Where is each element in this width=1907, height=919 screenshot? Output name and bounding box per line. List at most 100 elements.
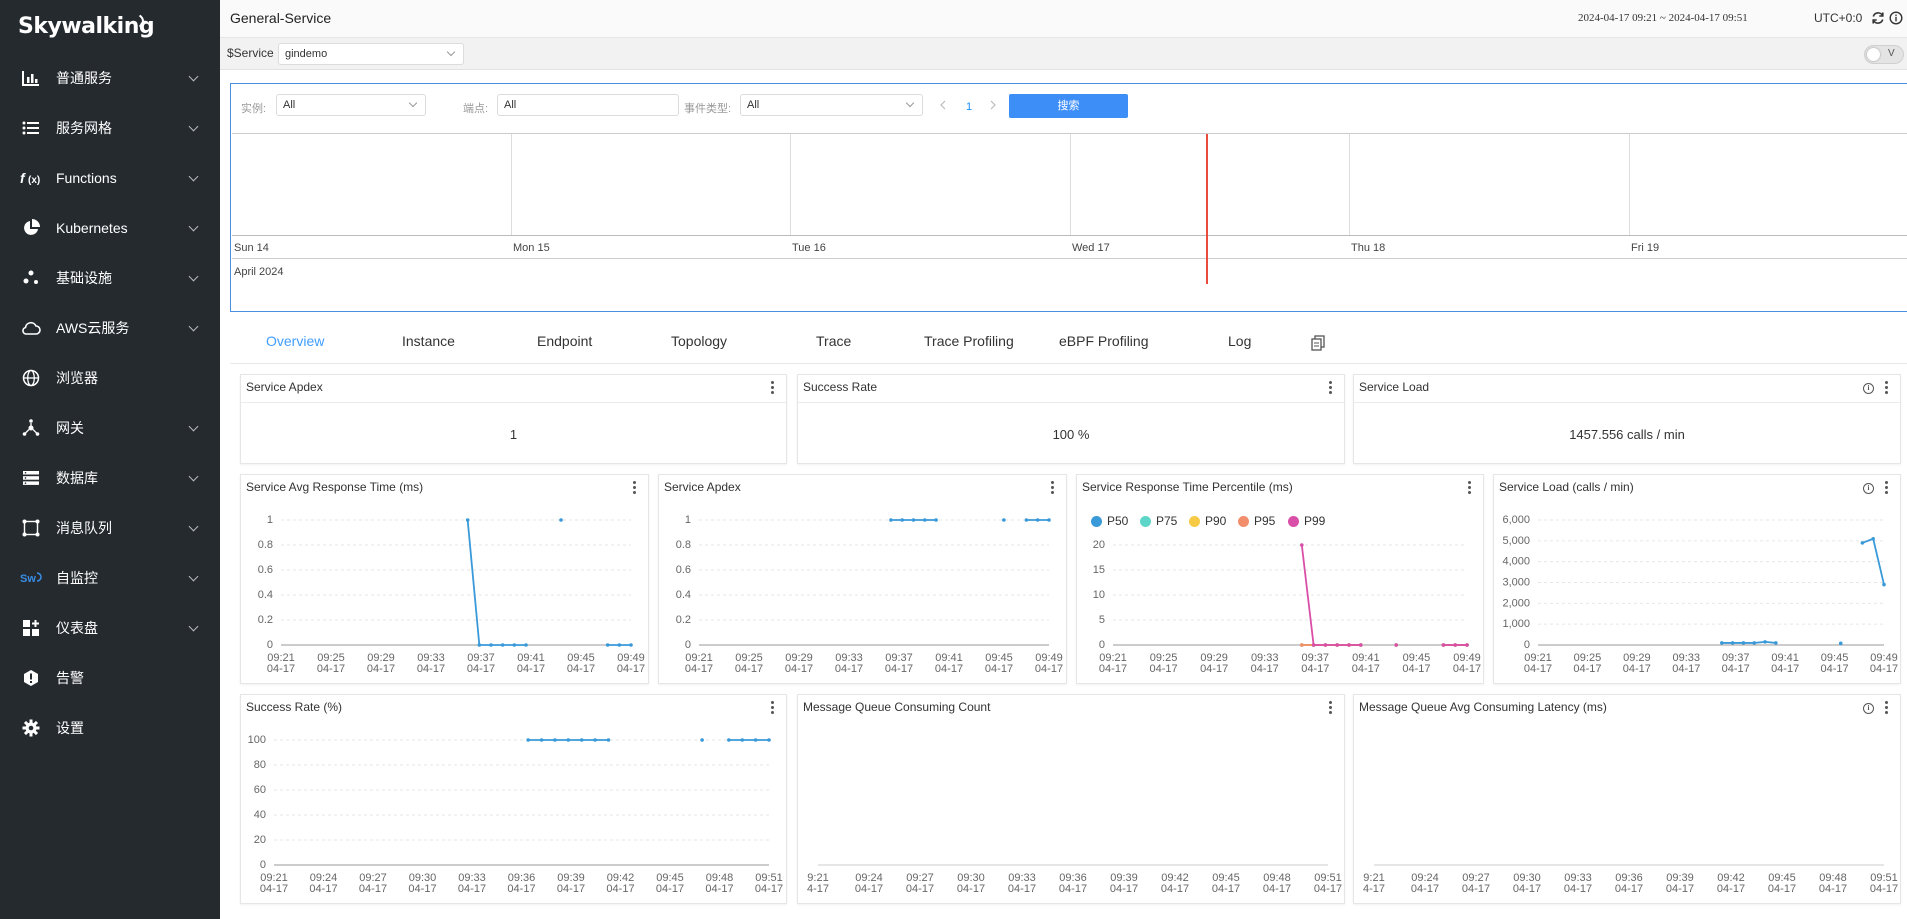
event-timeline[interactable]: April 2024 Sun 14 Mon 15 Tue 16 Wed 17 Thu 1… — [232, 133, 1907, 284]
x-tick-date: 04-17 — [408, 883, 436, 895]
x-tick-date: 04-17 — [1099, 663, 1127, 675]
y-tick-label: 1 — [685, 514, 691, 526]
sidebar-item-label: 浏览器 — [56, 370, 98, 386]
queue-icon — [20, 517, 42, 539]
x-tick-date: 04-17 — [1314, 883, 1342, 895]
data-point — [1730, 641, 1735, 645]
sidebar-item-2[interactable]: f (x) Functions — [0, 158, 220, 198]
event-type-filter-select[interactable]: All — [740, 94, 923, 116]
chevron-down-icon — [188, 121, 199, 132]
x-tick-date: 04-17 — [1819, 883, 1847, 895]
chevron-down-icon — [905, 98, 915, 108]
mq-consuming-count-chart: Message Queue Consuming Count 9:21 4-17 09… — [797, 694, 1345, 904]
sidebar-item-13[interactable]: 设置 — [0, 708, 220, 748]
x-tick-date: 04-17 — [1623, 663, 1651, 675]
x-tick-date: 04-17 — [1059, 883, 1087, 895]
tab-ebpf-profiling[interactable]: eBPF Profiling — [1059, 333, 1148, 349]
sidebar-item-4[interactable]: 基础设施 — [0, 258, 220, 298]
chevron-down-icon — [188, 621, 199, 632]
sidebar-item-9[interactable]: 消息队列 — [0, 508, 220, 548]
sidebar-item-label: 网关 — [56, 420, 84, 436]
x-tick-date: 04-17 — [1411, 883, 1439, 895]
tab-topology[interactable]: Topology — [671, 333, 727, 349]
y-tick-label: 0 — [1524, 639, 1530, 651]
more-vertical-icon[interactable] — [771, 381, 774, 394]
avg-response-time-chart: Service Avg Response Time (ms) 0 0.2 0.4 0.… — [240, 474, 649, 684]
events-panel: 实例: All 端点: All 事件类型: All 1 搜索 April 202… — [230, 83, 1907, 312]
sidebar-item-1[interactable]: 服务网格 — [0, 108, 220, 148]
tab-endpoint[interactable]: Endpoint — [537, 333, 592, 349]
x-tick-date: 04-17 — [1150, 663, 1178, 675]
prev-page-icon[interactable] — [938, 100, 948, 110]
data-point — [593, 738, 597, 742]
y-tick-label: 15 — [1093, 564, 1105, 576]
y-tick-label: 0.2 — [258, 614, 273, 626]
timeline-day-label: Mon 15 — [513, 242, 550, 254]
tab-overview[interactable]: Overview — [266, 333, 324, 349]
card-value: 1 — [509, 427, 518, 442]
next-page-icon[interactable] — [988, 100, 998, 110]
data-point — [489, 643, 493, 647]
x-tick-date: 04-17 — [985, 663, 1013, 675]
x-tick-date: 04-17 — [1200, 663, 1228, 675]
more-vertical-icon[interactable] — [1885, 381, 1888, 394]
tab-instance[interactable]: Instance — [402, 333, 455, 349]
sidebar-item-10[interactable]: Sw 自监控 — [0, 558, 220, 598]
endpoint-filter-input[interactable]: All — [497, 94, 679, 116]
function-icon: f (x) — [20, 167, 42, 189]
x-tick-date: 04-17 — [1870, 883, 1898, 895]
x-tick-date: 04-17 — [517, 663, 545, 675]
copy-icon[interactable] — [1311, 335, 1325, 351]
chart-svg: 9:214-1709:2404-1709:2704-1709:3004-1709… — [1363, 864, 1898, 895]
data-point — [500, 643, 505, 647]
x-tick-date: 04-17 — [957, 883, 985, 895]
sidebar-item-8[interactable]: 数据库 — [0, 458, 220, 498]
y-tick-label: 40 — [254, 809, 266, 821]
widget-title: Service Load — [1359, 380, 1430, 394]
x-tick-date: 04-17 — [835, 663, 863, 675]
x-tick-date: 04-17 — [260, 883, 288, 895]
service-select[interactable]: gindemo — [278, 43, 464, 65]
data-point — [526, 738, 530, 742]
timeline-month-label: April 2024 — [234, 266, 284, 278]
info-icon[interactable]: i — [1863, 383, 1874, 394]
timezone-label[interactable]: UTC+0:0 — [1814, 11, 1862, 25]
search-button[interactable]: 搜索 — [1009, 94, 1128, 118]
sidebar-item-3[interactable]: Kubernetes — [0, 208, 220, 248]
skywalking-logo[interactable]: Skywalking — [18, 11, 155, 39]
page-number[interactable]: 1 — [966, 101, 972, 113]
view-mode-toggle[interactable]: V — [1864, 45, 1904, 64]
sidebar-item-0[interactable]: 普通服务 — [0, 58, 220, 98]
tab-trace-profiling[interactable]: Trace Profiling — [924, 333, 1014, 349]
x-tick-date: 04-17 — [735, 663, 763, 675]
data-point — [1871, 536, 1875, 541]
data-point — [1860, 541, 1865, 545]
x-tick-date: 04-17 — [1301, 663, 1329, 675]
y-tick-label: 2,000 — [1502, 597, 1530, 609]
sidebar-item-label: 告警 — [56, 670, 84, 686]
sidebar-item-11[interactable]: 仪表盘 — [0, 608, 220, 648]
y-tick-label: 80 — [254, 759, 266, 771]
sidebar-item-7[interactable]: 网关 — [0, 408, 220, 448]
refresh-icon[interactable] — [1871, 11, 1885, 25]
x-tick-date: 04-17 — [1870, 663, 1898, 675]
tab-trace[interactable]: Trace — [816, 333, 851, 349]
time-range-picker[interactable]: 2024-04-17 09:21 ~ 2024-04-17 09:51 — [1578, 12, 1748, 24]
x-tick-date: 04-17 — [557, 883, 585, 895]
sidebar-item-label: 设置 — [56, 720, 84, 736]
info-icon[interactable] — [1889, 11, 1903, 25]
toggle-knob — [1867, 48, 1880, 61]
more-vertical-icon[interactable] — [1329, 381, 1332, 394]
x-tick-date: 04-17 — [1821, 663, 1849, 675]
current-time-marker — [1206, 134, 1208, 284]
tab-log[interactable]: Log — [1228, 333, 1251, 349]
sidebar-item-5[interactable]: AWS云服务 — [0, 308, 220, 348]
data-point — [1047, 518, 1051, 522]
widget-title: Success Rate — [803, 380, 878, 394]
sidebar-item-12[interactable]: 告警 — [0, 658, 220, 698]
instance-filter-select[interactable]: All — [276, 94, 426, 116]
sidebar-item-6[interactable]: 浏览器 — [0, 358, 220, 398]
y-tick-label: 60 — [254, 784, 266, 796]
y-tick-label: 5 — [1099, 614, 1105, 626]
x-tick-date: 04-17 — [1212, 883, 1240, 895]
